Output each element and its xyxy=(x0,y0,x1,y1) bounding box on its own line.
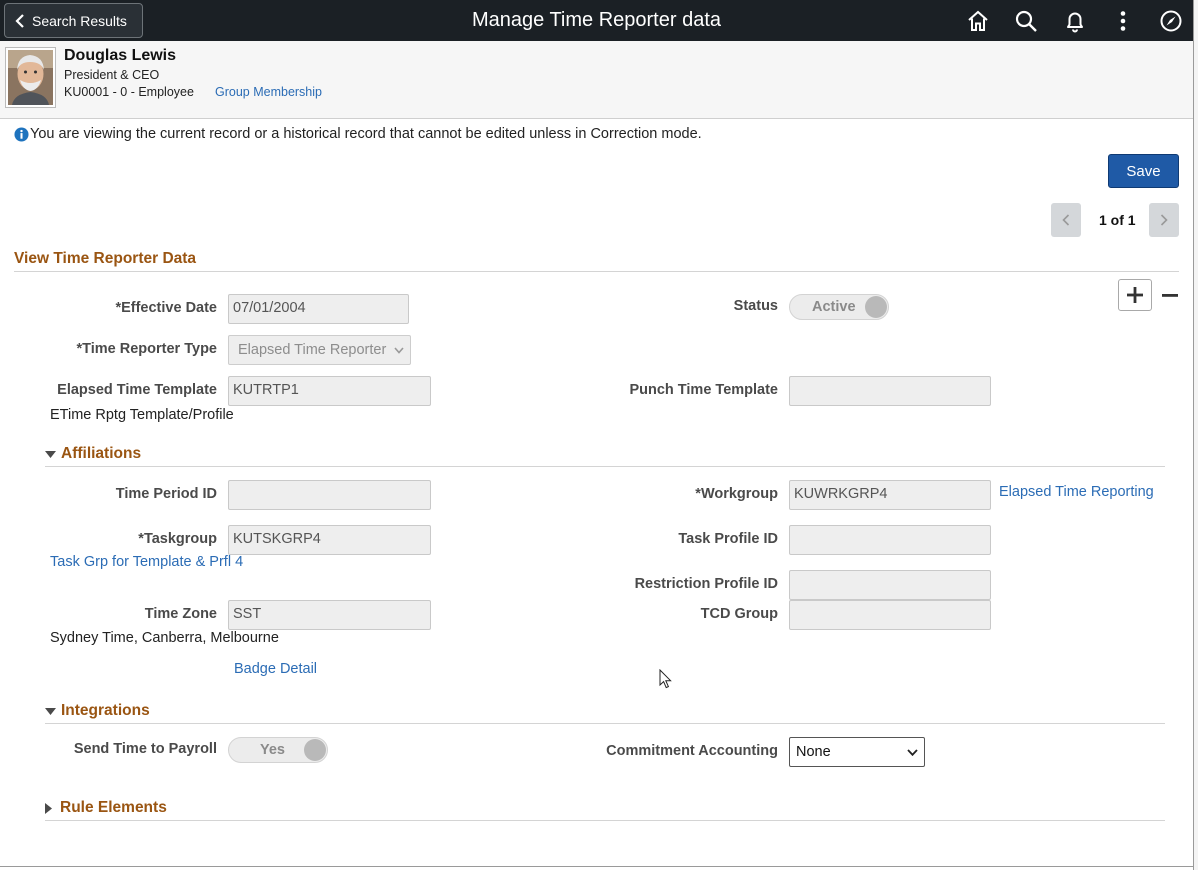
affiliations-title: Affiliations xyxy=(61,445,142,462)
group-membership-link[interactable]: Group Membership xyxy=(215,85,322,99)
send-time-toggle-text: Yes xyxy=(260,742,285,758)
send-time-to-payroll-label: Send Time to Payroll xyxy=(73,741,217,757)
notice-message: You are viewing the current record or a … xyxy=(30,126,702,142)
plus-icon xyxy=(1127,287,1143,303)
save-button[interactable]: Save xyxy=(1108,154,1179,188)
time-reporter-type-value: Elapsed Time Reporter xyxy=(238,342,387,358)
time-reporter-type-select[interactable]: Elapsed Time Reporter xyxy=(228,335,411,365)
bell-icon[interactable] xyxy=(1063,9,1087,33)
rule-elements-collapse-toggle[interactable]: Rule Elements xyxy=(45,799,167,817)
employee-id-line: KU0001 - 0 - Employee xyxy=(64,85,194,99)
toggle-knob xyxy=(865,296,887,318)
add-row-button[interactable] xyxy=(1118,279,1152,311)
chevron-down-icon xyxy=(907,748,918,756)
tcd-group-field[interactable] xyxy=(789,600,991,630)
window-bottom-edge xyxy=(0,866,1194,867)
commitment-accounting-select[interactable]: None xyxy=(789,737,925,767)
time-period-id-field[interactable] xyxy=(228,480,431,510)
pager-count: 1 of 1 xyxy=(1099,212,1136,228)
previous-page-button[interactable] xyxy=(1051,203,1081,237)
chevron-down-icon xyxy=(394,346,404,354)
chevron-right-icon xyxy=(1160,214,1168,226)
employee-job-title: President & CEO xyxy=(64,68,160,82)
punch-time-template-field[interactable] xyxy=(789,376,991,406)
integrations-collapse-toggle[interactable]: Integrations xyxy=(45,702,150,720)
commitment-accounting-label: Commitment Accounting xyxy=(606,743,778,759)
tcd-group-label: TCD Group xyxy=(700,606,778,622)
elapsed-template-description: ETime Rptg Template/Profile xyxy=(50,407,234,423)
restriction-profile-id-field[interactable] xyxy=(789,570,991,600)
employee-photo xyxy=(5,47,56,108)
badge-detail-link[interactable]: Badge Detail xyxy=(234,661,317,677)
restriction-profile-id-label: Restriction Profile ID xyxy=(634,576,778,592)
integrations-divider xyxy=(45,723,1165,724)
time-period-id-label: Time Period ID xyxy=(115,486,217,502)
time-reporter-type-label: *Time Reporter Type xyxy=(76,341,217,357)
home-icon[interactable] xyxy=(966,9,990,33)
chevron-left-icon xyxy=(1062,214,1070,226)
kebab-menu-icon[interactable] xyxy=(1111,9,1135,33)
employee-name: Douglas Lewis xyxy=(64,47,177,64)
section-title: View Time Reporter Data xyxy=(14,250,197,267)
minus-icon xyxy=(1162,294,1178,297)
rule-elements-title: Rule Elements xyxy=(60,799,167,816)
window-right-strip xyxy=(1194,0,1198,870)
affiliations-collapse-toggle[interactable]: Affiliations xyxy=(45,445,141,463)
effective-date-label: *Effective Date xyxy=(115,300,217,316)
workgroup-field[interactable]: KUWRKGRP4 xyxy=(789,480,991,510)
workgroup-description-link[interactable]: Elapsed Time Reporting xyxy=(999,484,1154,500)
navbar-compass-icon[interactable] xyxy=(1159,9,1183,33)
caret-down-icon xyxy=(45,707,56,715)
time-zone-field[interactable]: SST xyxy=(228,600,431,630)
caret-right-icon xyxy=(45,802,52,814)
task-profile-id-label: Task Profile ID xyxy=(678,531,778,547)
employee-header xyxy=(0,41,1193,119)
elapsed-time-template-label: Elapsed Time Template xyxy=(57,382,217,398)
time-zone-description: Sydney Time, Canberra, Melbourne xyxy=(50,630,279,646)
time-zone-label: Time Zone xyxy=(144,606,217,622)
info-icon xyxy=(14,127,29,147)
send-time-to-payroll-toggle[interactable]: Yes xyxy=(228,737,328,763)
punch-time-template-label: Punch Time Template xyxy=(629,382,778,398)
elapsed-time-template-field[interactable]: KUTRTP1 xyxy=(228,376,431,406)
status-toggle-text: Active xyxy=(812,299,856,315)
status-toggle[interactable]: Active xyxy=(789,294,889,320)
task-profile-id-field[interactable] xyxy=(789,525,991,555)
mouse-pointer-icon xyxy=(659,668,672,694)
delete-row-button[interactable] xyxy=(1159,285,1181,307)
integrations-title: Integrations xyxy=(61,702,150,719)
workgroup-label: *Workgroup xyxy=(695,486,778,502)
rule-elements-divider xyxy=(45,820,1165,821)
toggle-knob xyxy=(304,739,326,761)
effective-date-field[interactable]: 07/01/2004 xyxy=(228,294,409,324)
taskgroup-field[interactable]: KUTSKGRP4 xyxy=(228,525,431,555)
section-divider xyxy=(14,271,1179,272)
affiliations-divider xyxy=(45,466,1165,467)
status-label: Status xyxy=(733,298,778,314)
taskgroup-description-link[interactable]: Task Grp for Template & Prfl 4 xyxy=(50,554,243,570)
next-page-button[interactable] xyxy=(1149,203,1179,237)
taskgroup-label: *Taskgroup xyxy=(138,531,217,547)
commitment-accounting-value: None xyxy=(796,744,831,760)
caret-down-icon xyxy=(45,450,56,458)
search-icon[interactable] xyxy=(1014,9,1038,33)
